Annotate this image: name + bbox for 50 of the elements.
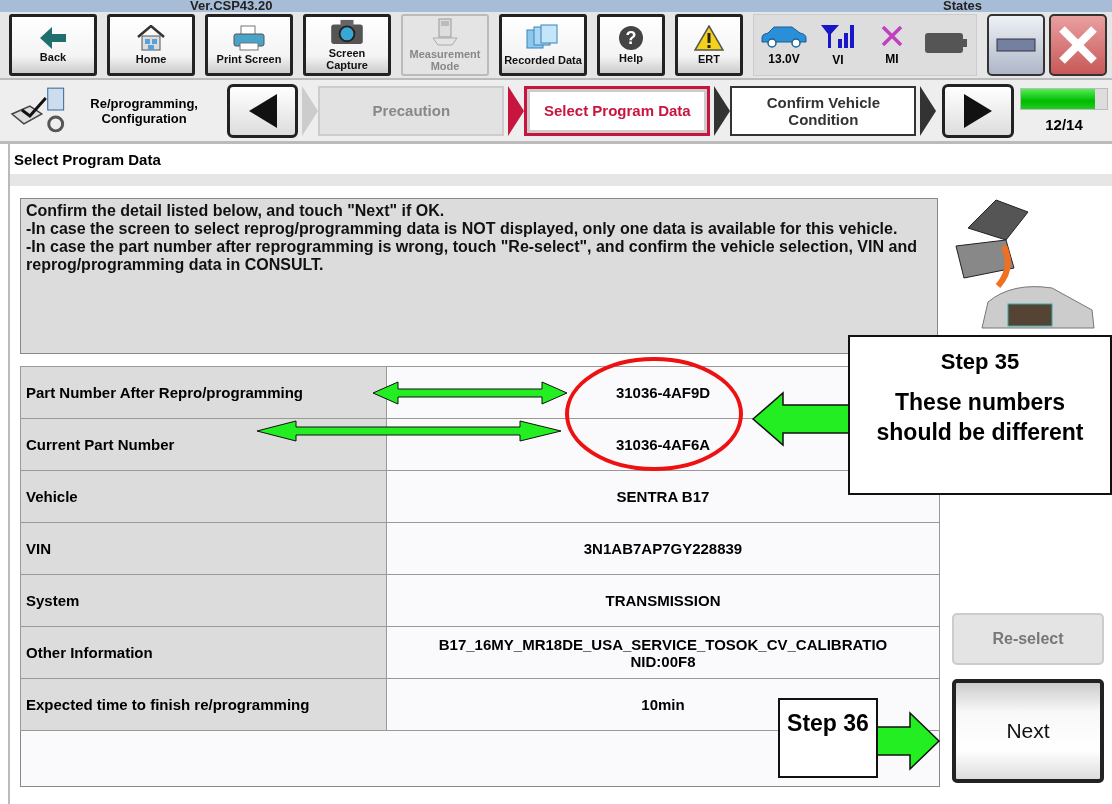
battery-icon <box>924 31 968 55</box>
action-button[interactable]: Next <box>952 679 1104 783</box>
cross-icon <box>880 24 904 48</box>
warning-icon <box>694 25 724 51</box>
row-value: 3N1AB7AP7GY228839 <box>386 522 940 575</box>
row-value: B17_16MY_MR18DE_USA_SERVICE_TOSOK_CV_CALIBRATIO NID:00F8 <box>386 626 940 679</box>
step-callout: Step 36 <box>778 698 878 778</box>
signal-icon <box>820 23 856 49</box>
row-label: System <box>20 574 387 627</box>
close-icon <box>1058 25 1098 65</box>
help-icon: ? <box>619 26 643 50</box>
step-tab[interactable]: Select Program Data <box>524 85 711 136</box>
car-icon <box>760 24 808 48</box>
status-label: 13.0V <box>768 52 800 66</box>
progress-count: 12/14 <box>1045 116 1083 133</box>
right-arrow <box>876 712 940 770</box>
minimize-icon <box>996 38 1036 52</box>
house-icon <box>136 25 166 51</box>
previous-button[interactable] <box>226 83 299 138</box>
callout-title: Step 35 <box>939 349 1021 375</box>
row-label: Expected time to finish re/programming <box>20 678 387 731</box>
next-step-button[interactable] <box>942 83 1014 138</box>
status-label: VI <box>832 53 844 67</box>
instructions-text: Confirm the detail listed below, and touch "Next" if OK. -In case the screen to select reprog/programming data is NOT displayed, only one data is available for this vehicle. -In case the part number after reprogramming is wrong, touch "Re-select", and confirm the vehicle selection, VIN and reprog/programming data in CONSULT. <box>20 198 938 354</box>
right-triangle-icon <box>964 93 993 128</box>
back-arrow-icon <box>40 27 66 49</box>
toolbar-button[interactable]: ? Help <box>597 14 665 76</box>
row-value: TRANSMISSION <box>386 574 940 627</box>
toolbar-button[interactable]: Recorded Data <box>499 14 587 76</box>
row-label: VIN <box>20 522 387 575</box>
states-label: States <box>942 0 982 12</box>
left-triangle-icon <box>248 93 277 128</box>
row-label: Other Information <box>20 626 387 679</box>
printer-icon <box>232 25 266 51</box>
row-label: Vehicle <box>20 470 387 523</box>
toolbar-button[interactable]: ERT <box>675 14 743 76</box>
step-tab[interactable]: Confirm Vehicle Condition <box>730 85 917 136</box>
toolbar-button[interactable]: Home <box>107 14 195 76</box>
section-label: Re/programming, Configuration <box>89 95 199 126</box>
toolbar-button[interactable]: Back <box>9 14 97 76</box>
row-label: Part Number After Repro/programming <box>20 366 387 419</box>
toolbar-button[interactable]: Screen Capture <box>303 14 391 76</box>
folders-icon <box>525 24 561 52</box>
toolbar-button[interactable]: Print Screen <box>205 14 293 76</box>
multimeter-icon <box>430 18 460 46</box>
camera-icon <box>329 19 365 45</box>
minimize-button[interactable] <box>987 14 1045 76</box>
status-label: MI <box>885 52 899 66</box>
close-button[interactable] <box>1049 14 1107 76</box>
version-label: Ver.CSP43.20 <box>190 0 273 12</box>
